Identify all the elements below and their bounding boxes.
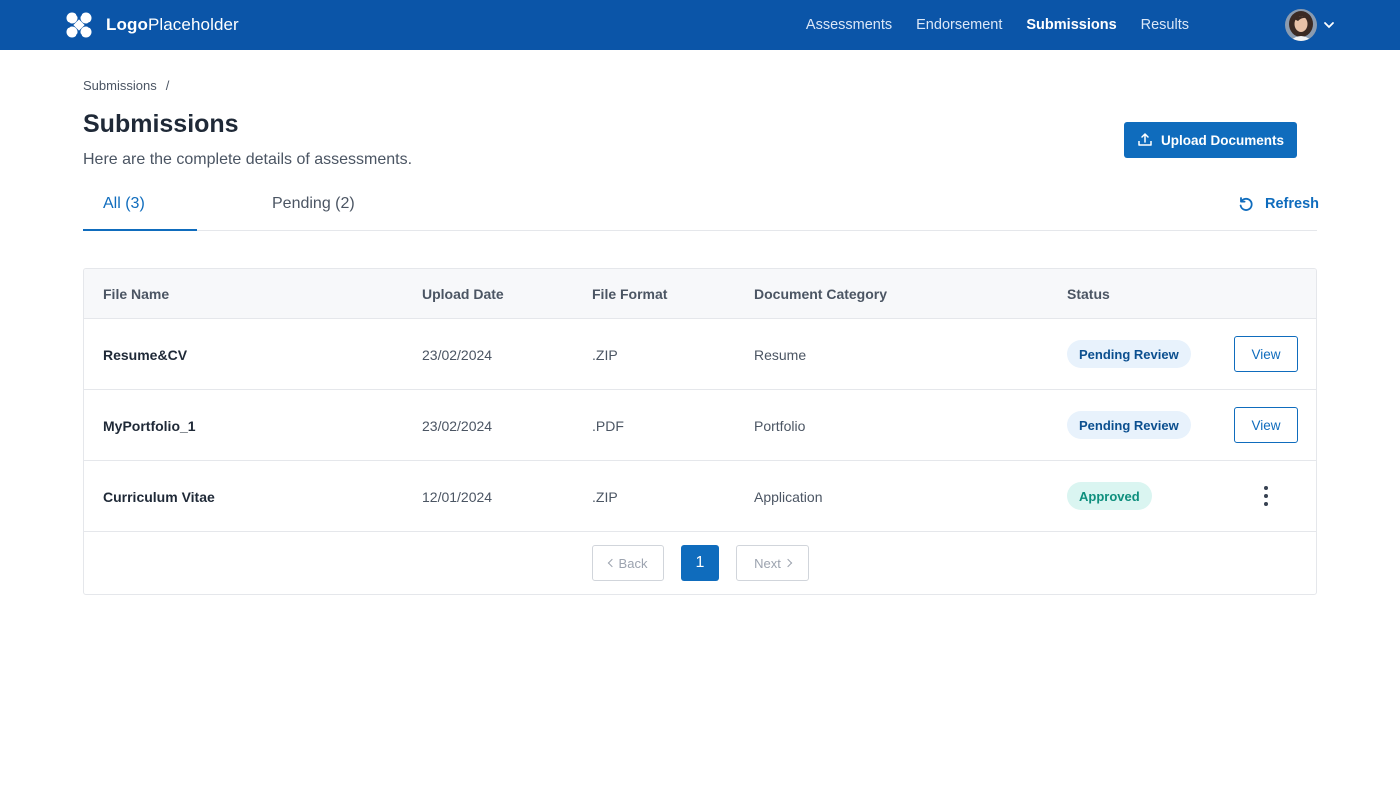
nav-submissions[interactable]: Submissions	[1026, 17, 1116, 33]
chevron-down-icon	[1324, 22, 1334, 29]
submissions-table: File Name Upload Date File Format Docume…	[83, 268, 1317, 595]
pagination-back-button[interactable]: Back	[592, 545, 664, 581]
status-badge: Approved	[1067, 482, 1152, 510]
table-row: Curriculum Vitae 12/01/2024 .ZIP Applica…	[84, 461, 1316, 532]
upload-date: 12/01/2024	[422, 489, 493, 505]
tab-pending[interactable]: Pending (2)	[272, 195, 355, 213]
pagination-back-label: Back	[618, 555, 648, 571]
file-name: MyPortfolio_1	[103, 418, 196, 434]
file-format: .ZIP	[592, 347, 618, 363]
status-badge: Pending Review	[1067, 340, 1191, 368]
breadcrumb-item-submissions[interactable]: Submissions	[83, 78, 157, 93]
top-navbar: LogoPlaceholder Assessments Endorsement …	[0, 0, 1400, 50]
user-menu[interactable]	[1285, 9, 1335, 41]
more-options-icon[interactable]	[1256, 484, 1276, 508]
upload-icon	[1138, 133, 1152, 146]
pagination-page-1[interactable]: 1	[681, 545, 719, 581]
view-button[interactable]: View	[1234, 336, 1298, 372]
avatar	[1285, 9, 1317, 41]
nav-results[interactable]: Results	[1141, 17, 1189, 33]
column-header-file-format: File Format	[592, 286, 668, 302]
status-badge: Pending Review	[1067, 411, 1191, 439]
column-header-status: Status	[1067, 286, 1110, 302]
chevron-left-icon	[607, 558, 616, 568]
logo[interactable]: LogoPlaceholder	[66, 12, 239, 38]
logo-icon	[66, 12, 92, 38]
tabs-divider	[83, 230, 1317, 231]
main-nav: Assessments Endorsement Submissions Resu…	[782, 0, 1189, 50]
breadcrumb-separator: /	[165, 78, 170, 93]
document-category: Application	[754, 489, 823, 505]
view-button[interactable]: View	[1234, 407, 1298, 443]
upload-documents-button[interactable]: Upload Documents	[1124, 122, 1297, 158]
breadcrumb: Submissions /	[83, 78, 169, 93]
file-format: .ZIP	[592, 489, 618, 505]
column-header-upload-date: Upload Date	[422, 286, 504, 302]
active-tab-indicator	[83, 229, 197, 231]
refresh-button[interactable]: Refresh	[1238, 196, 1319, 212]
nav-endorsement[interactable]: Endorsement	[916, 17, 1002, 33]
pagination-next-label: Next	[754, 555, 781, 571]
file-name: Curriculum Vitae	[103, 489, 215, 505]
pagination-next-button[interactable]: Next	[736, 545, 809, 581]
page-title: Submissions	[83, 110, 239, 138]
logo-text: LogoPlaceholder	[106, 15, 239, 34]
upload-documents-label: Upload Documents	[1160, 132, 1284, 148]
column-header-document-category: Document Category	[754, 286, 888, 302]
table-header: File Name Upload Date File Format Docume…	[84, 269, 1316, 319]
table-row: Resume&CV 23/02/2024 .ZIP Resume Pending…	[84, 319, 1316, 390]
file-name: Resume&CV	[103, 347, 188, 363]
document-category: Resume	[754, 347, 807, 363]
table-row: MyPortfolio_1 23/02/2024 .PDF Portfolio …	[84, 390, 1316, 461]
tab-all[interactable]: All (3)	[103, 195, 145, 213]
page-subtitle: Here are the complete details of assessm…	[83, 151, 413, 168]
refresh-icon	[1239, 197, 1253, 211]
nav-assessments[interactable]: Assessments	[806, 17, 892, 33]
chevron-right-icon	[783, 558, 793, 568]
upload-date: 23/02/2024	[422, 418, 493, 434]
refresh-label: Refresh	[1265, 196, 1319, 212]
document-category: Portfolio	[754, 418, 806, 434]
upload-date: 23/02/2024	[422, 347, 493, 363]
file-format: .PDF	[592, 418, 624, 434]
pagination: Back 1 Next	[84, 531, 1316, 594]
column-header-file-name: File Name	[103, 286, 170, 302]
